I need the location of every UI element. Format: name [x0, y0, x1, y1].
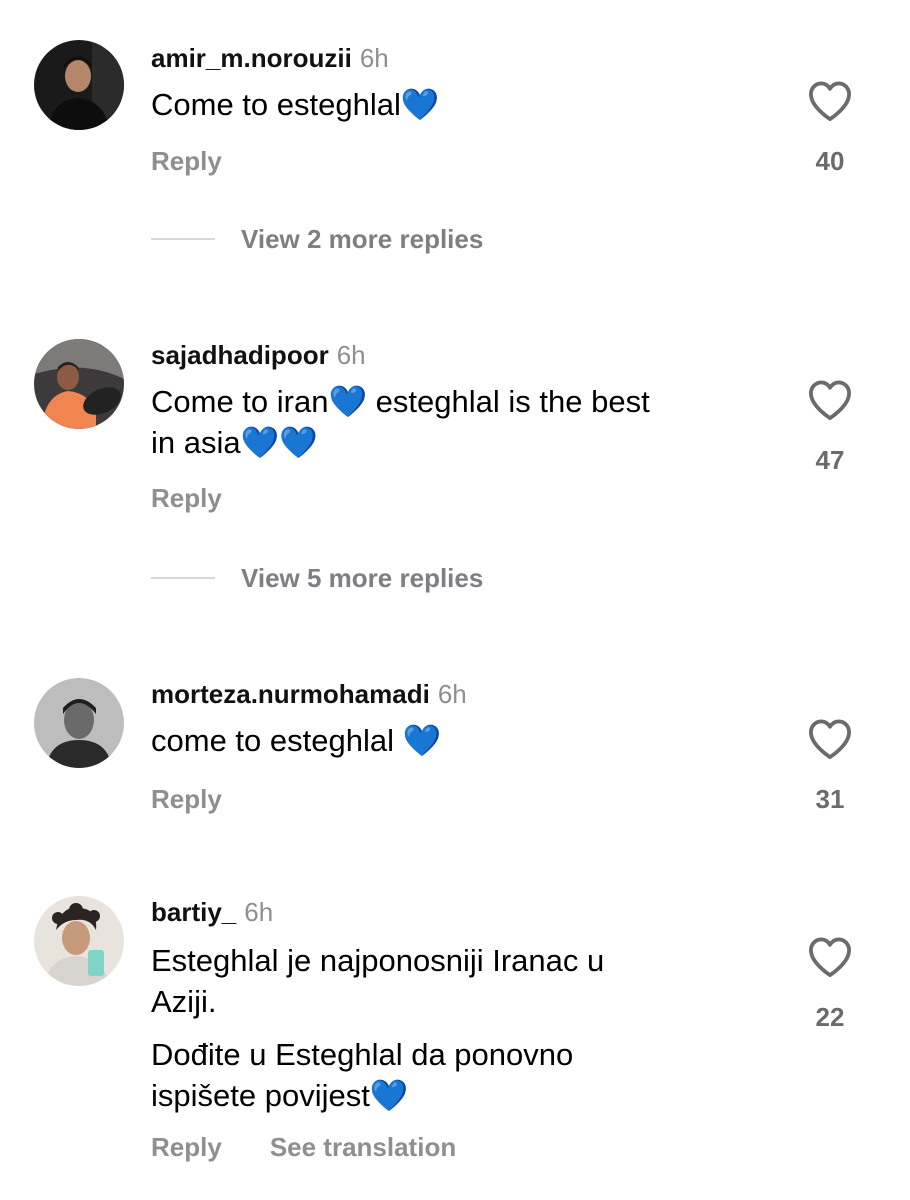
like-control: 47 [800, 379, 860, 476]
view-replies-button[interactable]: View 2 more replies [151, 224, 483, 254]
comment-text: Come to iran💙 esteghlal is the best in a… [151, 381, 751, 463]
comment-text: come to esteghlal 💙 [151, 720, 751, 761]
comment-meta: sajadhadipoor 6h [151, 339, 366, 371]
avatar[interactable] [34, 678, 124, 768]
username[interactable]: morteza.nurmohamadi [151, 679, 430, 709]
replies-divider [151, 238, 215, 240]
timestamp: 6h [437, 679, 467, 709]
username[interactable]: amir_m.norouzii [151, 43, 352, 73]
person-selfie-photo-icon [34, 896, 124, 986]
reply-button[interactable]: Reply [151, 784, 222, 814]
person-driving-photo-icon [34, 339, 124, 429]
see-translation-button[interactable]: See translation [270, 1132, 456, 1162]
heart-outline-icon[interactable] [800, 718, 860, 760]
person-bw-photo-icon [34, 678, 124, 768]
heart-outline-icon[interactable] [800, 936, 860, 978]
comment-actions: Reply [151, 146, 222, 177]
avatar[interactable] [34, 339, 124, 429]
comment-actions: Reply [151, 784, 222, 815]
comment-line: Come to esteghlal💙 [151, 87, 440, 122]
like-count: 22 [815, 1002, 845, 1032]
comment-meta: bartiy_ 6h [151, 896, 273, 928]
reply-button[interactable]: Reply [151, 146, 222, 176]
like-control: 22 [800, 936, 860, 1033]
avatar[interactable] [34, 40, 124, 130]
like-count: 47 [815, 445, 845, 475]
comment-meta: amir_m.norouzii 6h [151, 42, 389, 74]
heart-outline-icon[interactable] [800, 379, 860, 421]
like-count: 40 [815, 146, 845, 176]
view-replies-label: View 2 more replies [241, 223, 484, 254]
like-control: 40 [800, 80, 860, 177]
comment-line: Esteghlal je najponosniji Iranac u [151, 943, 605, 978]
comment-line: in asia💙💙 [151, 425, 318, 460]
reply-button[interactable]: Reply [151, 1132, 222, 1162]
comment-text: Come to esteghlal💙 [151, 84, 751, 125]
comment-line: ispišete povijest💙 [151, 1078, 409, 1113]
reply-button[interactable]: Reply [151, 483, 222, 513]
like-count: 31 [815, 784, 845, 814]
comment-actions: Reply See translation [151, 1132, 456, 1163]
person-photo-icon [34, 40, 124, 130]
avatar[interactable] [34, 896, 124, 986]
heart-outline-icon[interactable] [800, 80, 860, 122]
comment-text: Esteghlal je najponosniji Iranac u Aziji… [151, 940, 751, 1116]
comment-line: come to esteghlal 💙 [151, 723, 442, 758]
view-replies-button[interactable]: View 5 more replies [151, 563, 483, 593]
timestamp: 6h [359, 43, 389, 73]
username[interactable]: sajadhadipoor [151, 340, 329, 370]
username[interactable]: bartiy_ [151, 897, 236, 927]
comment-meta: morteza.nurmohamadi 6h [151, 678, 467, 710]
like-control: 31 [800, 718, 860, 815]
replies-divider [151, 577, 215, 579]
comment-actions: Reply [151, 483, 222, 514]
comment-line: Come to iran💙 esteghlal is the best [151, 384, 650, 419]
comment-line: Aziji. [151, 984, 217, 1019]
view-replies-label: View 5 more replies [241, 562, 484, 593]
timestamp: 6h [336, 340, 366, 370]
comment-line: Dođite u Esteghlal da ponovno [151, 1037, 574, 1072]
timestamp: 6h [244, 897, 274, 927]
